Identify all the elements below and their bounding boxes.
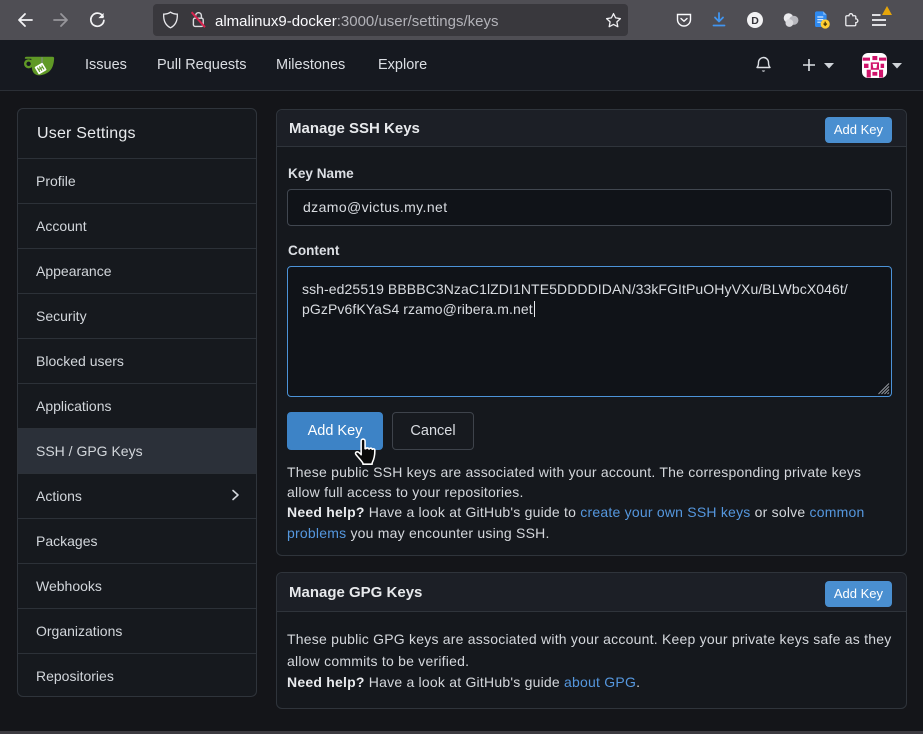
svg-text:D: D	[751, 15, 759, 27]
